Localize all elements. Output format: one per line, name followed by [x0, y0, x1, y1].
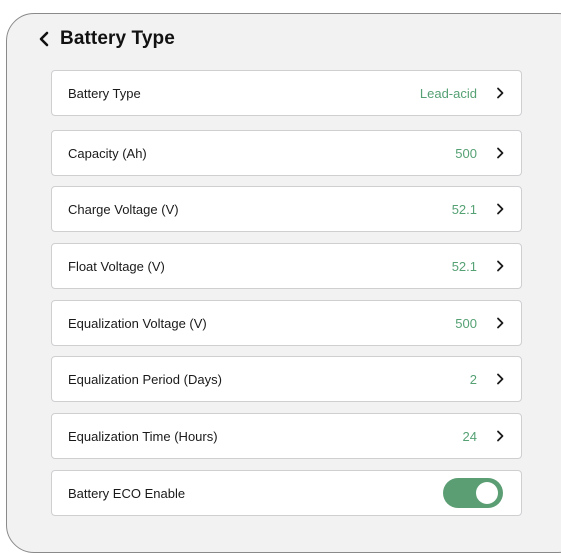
setting-value: 52.1	[451, 258, 477, 274]
chevron-right-icon	[495, 429, 505, 443]
setting-label: Battery ECO Enable	[68, 485, 186, 501]
setting-label: Equalization Period (Days)	[68, 371, 222, 387]
setting-label: Capacity (Ah)	[68, 145, 147, 161]
page-header: Battery Type	[38, 26, 175, 52]
toggle-knob	[476, 482, 498, 504]
setting-value: 2	[469, 371, 477, 387]
eco-enable-toggle[interactable]	[443, 478, 503, 508]
chevron-right-icon	[495, 202, 505, 216]
setting-value: 24	[462, 428, 477, 444]
setting-value: 500	[455, 145, 477, 161]
setting-row-equalization-voltage[interactable]: Equalization Voltage (V) 500	[51, 300, 522, 346]
chevron-right-icon	[495, 372, 505, 386]
setting-label: Battery Type	[68, 85, 141, 101]
setting-row-battery-eco: Battery ECO Enable	[51, 470, 522, 516]
chevron-left-icon[interactable]	[38, 26, 54, 52]
setting-row-equalization-period[interactable]: Equalization Period (Days) 2	[51, 356, 522, 402]
setting-label: Charge Voltage (V)	[68, 201, 179, 217]
chevron-right-icon	[495, 86, 505, 100]
setting-label: Equalization Time (Hours)	[68, 428, 218, 444]
setting-value: 52.1	[451, 201, 477, 217]
setting-row-battery-type[interactable]: Battery Type Lead-acid	[51, 70, 522, 116]
chevron-right-icon	[495, 259, 505, 273]
page-title: Battery Type	[60, 28, 175, 49]
setting-row-capacity[interactable]: Capacity (Ah) 500	[51, 130, 522, 176]
setting-row-equalization-time[interactable]: Equalization Time (Hours) 24	[51, 413, 522, 459]
setting-label: Float Voltage (V)	[68, 258, 165, 274]
setting-row-charge-voltage[interactable]: Charge Voltage (V) 52.1	[51, 186, 522, 232]
chevron-right-icon	[495, 316, 505, 330]
setting-label: Equalization Voltage (V)	[68, 315, 207, 331]
chevron-right-icon	[495, 146, 505, 160]
setting-row-float-voltage[interactable]: Float Voltage (V) 52.1	[51, 243, 522, 289]
setting-value: Lead-acid	[419, 85, 477, 101]
setting-value: 500	[455, 315, 477, 331]
